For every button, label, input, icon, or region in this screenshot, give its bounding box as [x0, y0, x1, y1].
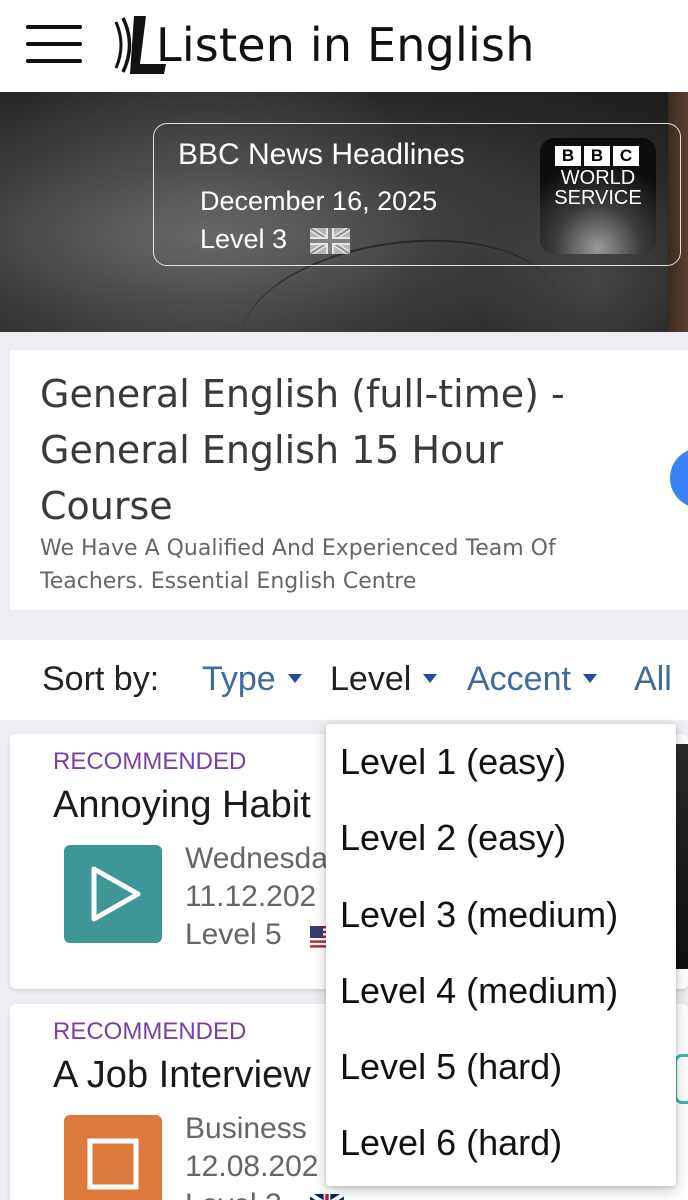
app-bar: Listen in English: [0, 0, 688, 92]
lesson-title: A Job Interview: [53, 1054, 311, 1096]
lesson-date: 12.08.202: [185, 1150, 319, 1183]
level-option-4[interactable]: Level 4 (medium): [340, 961, 618, 1021]
sort-bar: Sort by: Type Level Accent All: [0, 640, 688, 720]
lesson-level: Level 5: [185, 918, 282, 951]
level-option-1[interactable]: Level 1 (easy): [340, 732, 566, 792]
lesson-thumbnail[interactable]: [64, 1115, 162, 1200]
featured-news-card[interactable]: BBC News Headlines December 16, 2025 Lev…: [153, 123, 681, 266]
lesson-category: Wednesda: [185, 842, 328, 875]
sort-all-option[interactable]: All: [634, 660, 672, 699]
recommended-badge: RECOMMENDED: [53, 748, 247, 775]
next-lesson-image: [674, 744, 688, 969]
lesson-category: Business: [185, 1112, 307, 1145]
level-option-3[interactable]: Level 3 (medium): [340, 885, 618, 945]
lesson-date: 11.12.202: [185, 880, 317, 913]
recommended-badge: RECOMMENDED: [53, 1018, 247, 1045]
level-option-5[interactable]: Level 5 (hard): [340, 1037, 562, 1097]
ad-title[interactable]: General English (full-time) - General En…: [40, 366, 640, 534]
next-lesson-image: [674, 1054, 688, 1104]
caret-down-icon: [287, 673, 302, 683]
app-title: Listen in English: [156, 18, 535, 72]
ad-banner[interactable]: General English (full-time) - General En…: [10, 350, 688, 610]
level-option-6[interactable]: Level 6 (hard): [340, 1113, 562, 1173]
play-icon: [91, 866, 141, 922]
lesson-title: Annoying Habit: [53, 784, 311, 826]
uk-flag-icon: [310, 1194, 344, 1200]
ad-description: We Have A Qualified And Experienced Team…: [40, 536, 556, 594]
news-title: BBC News Headlines: [178, 138, 465, 171]
lesson-thumbnail[interactable]: [64, 845, 162, 943]
caret-down-icon: [423, 673, 438, 683]
ad-open-button[interactable]: [670, 448, 688, 508]
sort-level-dropdown[interactable]: Level: [330, 660, 438, 699]
level-dropdown-menu: Level 1 (easy) Level 2 (easy) Level 3 (m…: [326, 724, 676, 1186]
stop-icon: [87, 1138, 139, 1190]
uk-flag-icon: [310, 228, 350, 254]
news-level: Level 3: [200, 224, 288, 254]
sort-label: Sort by:: [42, 660, 160, 698]
caret-down-icon: [582, 673, 597, 683]
news-date: December 16, 2025: [200, 186, 438, 216]
menu-icon[interactable]: [24, 22, 84, 66]
sort-accent-dropdown[interactable]: Accent: [467, 660, 597, 699]
bbc-world-service-logo: BBC WORLD SERVICE: [540, 138, 656, 254]
app-logo[interactable]: Listen in English: [112, 12, 535, 78]
level-option-2[interactable]: Level 2 (easy): [340, 808, 566, 868]
featured-hero: BBC News Headlines December 16, 2025 Lev…: [0, 92, 688, 332]
lesson-level: Level 2: [185, 1188, 282, 1200]
sort-type-dropdown[interactable]: Type: [202, 660, 302, 699]
